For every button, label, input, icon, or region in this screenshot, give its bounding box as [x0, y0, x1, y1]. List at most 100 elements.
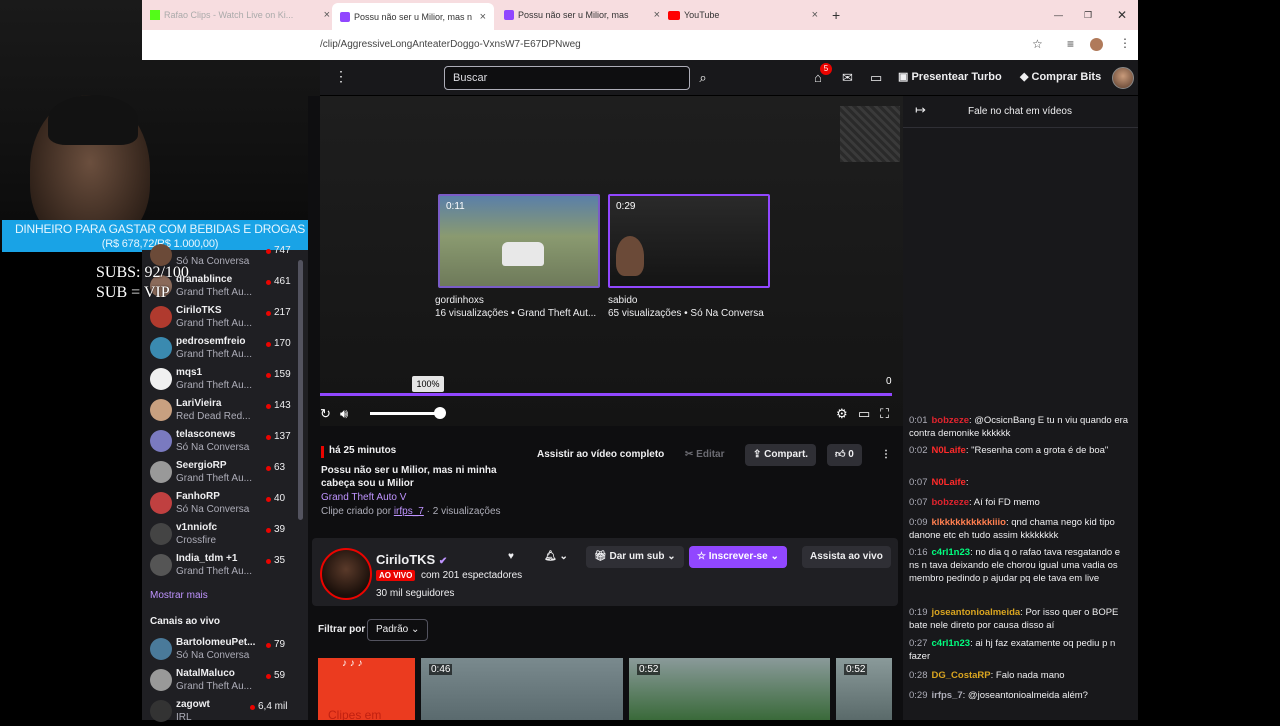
chat-panel: ↦ Fale no chat em vídeos 0:01 bobzeze: @O…: [903, 96, 1138, 720]
clip-game-link[interactable]: Grand Theft Auto V: [321, 492, 406, 503]
clip-user[interactable]: sabido: [608, 295, 637, 306]
chat-username[interactable]: klkkkkkkkkkkiiio: [932, 517, 1006, 528]
minimize-button[interactable]: —: [1054, 5, 1063, 25]
clip-thumbnail-card[interactable]: 0:46: [421, 658, 623, 720]
restore-button[interactable]: ❐: [1084, 5, 1092, 25]
tab-label: Possu não ser u Milior, mas n: [518, 10, 630, 20]
notifications-toggle[interactable]: 🔔︎ ⌄: [536, 546, 576, 568]
browser-tab[interactable]: Possu não ser u Milior, mas n ×: [504, 5, 660, 25]
close-icon[interactable]: ×: [324, 9, 330, 21]
clip-thumbnail-card[interactable]: 0:52: [629, 658, 830, 720]
sidebar-channel-item[interactable]: FanhoRP Só Na Conversa 40: [148, 488, 298, 518]
show-more-link[interactable]: Mostrar mais: [150, 590, 208, 601]
buy-bits-button[interactable]: ◆ Comprar Bits: [1020, 70, 1101, 83]
close-icon[interactable]: ×: [654, 9, 660, 21]
sidebar-channel-item[interactable]: mqs1 Grand Theft Au... 159: [148, 364, 298, 394]
extensions-icon[interactable]: ≡: [1067, 37, 1074, 51]
profile-icon[interactable]: [1090, 38, 1103, 51]
new-tab-button[interactable]: +: [832, 5, 840, 25]
viewer-count: com 201 espectadores: [421, 570, 523, 581]
share-button[interactable]: ⇪ Compart.: [745, 444, 817, 466]
subscribe-label: Inscrever-se: [708, 551, 768, 562]
avatar: [150, 700, 172, 722]
sidebar-channel-item[interactable]: pedrosemfreio Grand Theft Au... 170: [148, 333, 298, 363]
chat-username[interactable]: N0Laife: [932, 477, 966, 488]
clip-meta: 16 visualizações • Grand Theft Aut...: [435, 308, 597, 319]
address-bar[interactable]: /clip/AggressiveLongAnteaterDoggo-VxnsW7…: [142, 30, 1138, 60]
chat-header: ↦ Fale no chat em vídeos: [903, 96, 1138, 128]
chat-username[interactable]: c4rl1n23: [932, 547, 971, 558]
viewer-count: 35: [274, 555, 286, 566]
channel-game: Grand Theft Au...: [176, 349, 252, 360]
close-icon: ✕: [1117, 8, 1128, 22]
chat-username[interactable]: irfps_7: [932, 690, 963, 701]
sidebar-channel-item[interactable]: LariVieira Red Dead Red... 143: [148, 395, 298, 425]
chat-username[interactable]: N0Laife: [932, 445, 966, 456]
gift-sub-button[interactable]: 🎁︎ Dar um sub ⌄: [586, 546, 684, 568]
sidebar-channel-item[interactable]: v1nniofc Crossfire 39: [148, 519, 298, 549]
theatre-mode-icon[interactable]: ▭: [858, 406, 870, 422]
volume-icon[interactable]: 🔊︎: [340, 406, 348, 422]
live-channel-item[interactable]: BartolomeuPet... Só Na Conversa 79: [148, 634, 298, 664]
recommended-clip-card[interactable]: 0:29: [608, 194, 770, 288]
close-icon[interactable]: ×: [480, 11, 486, 23]
watch-live-button[interactable]: Assista ao vivo: [802, 546, 891, 568]
chat-username[interactable]: c4rl1n23: [932, 638, 971, 649]
clip-user[interactable]: gordinhoxs: [435, 295, 484, 306]
sidebar-channel-item[interactable]: CiriloTKS Grand Theft Au... 217: [148, 302, 298, 332]
more-options-button[interactable]: ⋮: [873, 444, 899, 466]
tab-label: YouTube: [684, 10, 720, 20]
replay-icon[interactable]: ↻: [320, 406, 331, 422]
close-window-button[interactable]: ✕: [1117, 5, 1127, 25]
channel-name: v1nniofc: [176, 522, 218, 533]
sidebar-channel-item[interactable]: India_tdm +1 Grand Theft Au... 35: [148, 550, 298, 580]
sidebar-scrollbar[interactable]: [298, 260, 303, 520]
sidebar-channel-item[interactable]: SeergioRP Grand Theft Au... 63: [148, 457, 298, 487]
close-icon[interactable]: ×: [812, 9, 818, 21]
watch-full-video-button[interactable]: Assistir ao vídeo completo: [529, 444, 672, 466]
progress-bar[interactable]: [320, 393, 892, 396]
sidebar-channel-item[interactable]: telasconews Só Na Conversa 137: [148, 426, 298, 456]
volume-slider[interactable]: [370, 412, 440, 415]
creator-link[interactable]: irfps_7: [394, 506, 424, 517]
settings-icon[interactable]: ⚙: [836, 406, 848, 422]
car-shape: [502, 242, 544, 266]
whispers-icon[interactable]: ▭: [870, 70, 882, 86]
star-icon[interactable]: ☆: [1032, 37, 1043, 51]
clip-thumbnail-card[interactable]: 0:52: [836, 658, 892, 720]
live-channel-item[interactable]: zagowt IRL 6,4 mil: [148, 696, 298, 726]
chat-username[interactable]: bobzeze: [932, 415, 969, 426]
url-text[interactable]: /clip/AggressiveLongAnteaterDoggo-VxnsW7…: [320, 39, 581, 50]
chat-username[interactable]: DG_CostaRP: [932, 670, 991, 681]
like-button[interactable]: 👍︎ 0: [827, 444, 862, 466]
video-player[interactable]: 0:11 0:29 gordinhoxs 16 visualizações • …: [320, 96, 903, 426]
user-avatar[interactable]: [1112, 67, 1134, 89]
browser-tab[interactable]: YouTube ×: [668, 5, 818, 25]
volume-knob[interactable]: [434, 407, 446, 419]
channel-avatar[interactable]: [320, 548, 372, 600]
twitch-icon: [504, 10, 514, 20]
browser-tab[interactable]: Rafao Clips - Watch Live on Ki... ×: [150, 5, 330, 25]
recommended-clip-card[interactable]: 0:11: [438, 194, 600, 288]
fullscreen-icon[interactable]: ⛶: [880, 406, 889, 422]
chat-username[interactable]: joseantonioalmeida: [932, 607, 1021, 618]
clip-thumbnail-card[interactable]: ♪ ♪ ♪ Clipes em: [318, 658, 415, 720]
live-channel-item[interactable]: NatalMaluco Grand Theft Au... 59: [148, 665, 298, 695]
edit-button[interactable]: ✂ Editar: [677, 444, 733, 466]
more-menu-icon[interactable]: ⋮: [1119, 36, 1131, 50]
live-dot-icon: [266, 528, 271, 533]
browser-tab-active[interactable]: Possu não ser u Milior, mas n ×: [332, 3, 494, 30]
search-button[interactable]: ⌕: [692, 66, 714, 90]
gift-turbo-button[interactable]: ▣ Presentear Turbo: [898, 70, 1002, 83]
channel-name[interactable]: CiriloTKS ✔: [376, 552, 447, 567]
subscribe-button[interactable]: ☆ Inscrever-se ⌄: [689, 546, 787, 568]
inbox-icon[interactable]: ✉: [842, 70, 853, 86]
more-menu-icon[interactable]: ⋮: [334, 68, 348, 85]
search-input[interactable]: Buscar: [444, 66, 690, 90]
minimize-icon: —: [1054, 10, 1063, 20]
filter-select[interactable]: Padrão ⌄: [367, 619, 429, 641]
chat-username[interactable]: bobzeze: [932, 497, 969, 508]
channel-card: CiriloTKS ✔ AO VIVO com 201 espectadores…: [312, 538, 898, 606]
follow-button[interactable]: ♥: [500, 546, 522, 568]
collapse-chat-icon[interactable]: ↦: [915, 102, 926, 118]
